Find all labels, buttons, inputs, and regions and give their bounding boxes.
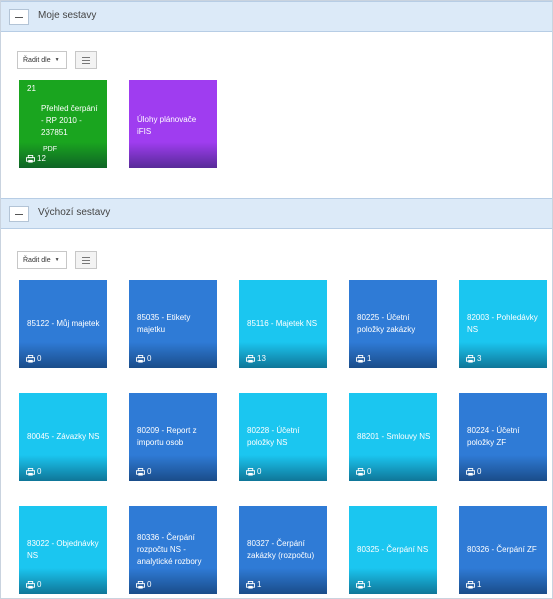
minus-icon xyxy=(15,16,23,18)
sort-button-default-reports[interactable]: Řadit dle ▼ xyxy=(17,251,67,269)
section-header-my-reports: Moje sestavy xyxy=(1,1,552,32)
tile-footer: 1 xyxy=(356,580,371,589)
tile-footer: 0 xyxy=(136,467,151,476)
tile-footer: 3 xyxy=(466,354,481,363)
printer-icon xyxy=(246,467,255,476)
report-tile[interactable]: 80325 - Čerpání NS 1 xyxy=(349,506,437,594)
printer-icon xyxy=(246,354,255,363)
printer-icon xyxy=(356,580,365,589)
sort-button-my-reports[interactable]: Řadit dle ▼ xyxy=(17,51,67,69)
tile-footer: 12 xyxy=(26,154,46,163)
print-count: 1 xyxy=(367,580,372,589)
printer-icon xyxy=(136,354,145,363)
printer-icon xyxy=(466,467,475,476)
printer-icon xyxy=(466,580,475,589)
tile-footer: 1 xyxy=(246,580,261,589)
list-icon xyxy=(82,56,90,64)
tile-label: Úlohy plánovače iFIS xyxy=(137,115,197,136)
section-title-default-reports: Výchozí sestavy xyxy=(38,207,111,218)
printer-icon xyxy=(26,467,35,476)
tile-footer: 1 xyxy=(356,354,371,363)
print-count: 3 xyxy=(477,354,482,363)
tile-footer: 0 xyxy=(136,580,151,589)
tile-footer: 0 xyxy=(26,580,41,589)
print-count: 0 xyxy=(257,467,262,476)
report-tile[interactable]: 82003 - Pohledávky NS 3 xyxy=(459,280,547,368)
print-count: 1 xyxy=(367,354,372,363)
report-tile[interactable]: 80045 - Závazky NS 0 xyxy=(19,393,107,481)
list-view-button-my-reports[interactable] xyxy=(75,51,97,69)
printer-icon xyxy=(356,354,365,363)
sort-button-label: Řadit dle xyxy=(23,56,51,64)
printer-icon xyxy=(26,354,35,363)
caret-down-icon: ▼ xyxy=(54,57,60,63)
report-tile[interactable]: 80224 - Účetní položky ZF 0 xyxy=(459,393,547,481)
tile-footer: 13 xyxy=(246,354,266,363)
print-count: 0 xyxy=(147,467,152,476)
tile-footer: 1 xyxy=(466,580,481,589)
report-tile[interactable]: 80327 - Čerpání zakázky (rozpočtu) 1 xyxy=(239,506,327,594)
printer-icon xyxy=(136,467,145,476)
print-count: 0 xyxy=(37,354,42,363)
print-count: 0 xyxy=(477,467,482,476)
print-count: 0 xyxy=(147,580,152,589)
tile-footer: 0 xyxy=(136,354,151,363)
printer-icon xyxy=(136,580,145,589)
printer-icon xyxy=(356,467,365,476)
print-count: 13 xyxy=(257,354,266,363)
minus-icon xyxy=(15,213,23,215)
sort-button-label: Řadit dle xyxy=(23,256,51,264)
tile-footer: 0 xyxy=(26,467,41,476)
print-count: 0 xyxy=(147,354,152,363)
caret-down-icon: ▼ xyxy=(54,257,60,263)
collapse-toggle-my-reports[interactable] xyxy=(9,9,29,25)
printer-icon xyxy=(246,580,255,589)
printer-icon xyxy=(466,354,475,363)
print-count: 0 xyxy=(367,467,372,476)
report-tile[interactable]: 85116 - Majetek NS 13 xyxy=(239,280,327,368)
section-title-my-reports: Moje sestavy xyxy=(38,10,97,21)
print-count: 0 xyxy=(37,580,42,589)
report-tile[interactable]: 80225 - Účetní položky zakázky 1 xyxy=(349,280,437,368)
print-count: 1 xyxy=(257,580,262,589)
print-count: 0 xyxy=(37,467,42,476)
section-header-default-reports: Výchozí sestavy xyxy=(1,198,552,229)
list-icon xyxy=(82,256,90,264)
pdf-badge: PDF xyxy=(43,146,57,153)
report-tile[interactable]: 80336 - Čerpání rozpočtu NS - analytické… xyxy=(129,506,217,594)
printer-icon xyxy=(26,580,35,589)
report-tile[interactable]: 80209 - Report z importu osob 0 xyxy=(129,393,217,481)
report-tile-prehled-cerpani[interactable]: 21 Přehled čerpání - RP 2010 - 237851 PD… xyxy=(19,80,107,168)
print-count: 1 xyxy=(477,580,482,589)
list-view-button-default-reports[interactable] xyxy=(75,251,97,269)
tile-number: 21 xyxy=(27,84,36,93)
report-tile[interactable]: 88201 - Smlouvy NS 0 xyxy=(349,393,437,481)
tile-footer: 0 xyxy=(466,467,481,476)
tile-footer: 0 xyxy=(246,467,261,476)
printer-icon xyxy=(26,154,35,163)
report-tile[interactable]: 80326 - Čerpání ZF 1 xyxy=(459,506,547,594)
report-tile-ulohy-planovace[interactable]: Úlohy plánovače iFIS xyxy=(129,80,217,168)
report-tile[interactable]: 83022 - Objednávky NS 0 xyxy=(19,506,107,594)
report-tile[interactable]: 85035 - Etikety majetku 0 xyxy=(129,280,217,368)
collapse-toggle-default-reports[interactable] xyxy=(9,206,29,222)
print-count: 12 xyxy=(37,154,46,163)
report-tile[interactable]: 80228 - Účetní položky NS 0 xyxy=(239,393,327,481)
tile-footer: 0 xyxy=(26,354,41,363)
tile-footer: 0 xyxy=(356,467,371,476)
report-tile[interactable]: 85122 - Můj majetek 0 xyxy=(19,280,107,368)
